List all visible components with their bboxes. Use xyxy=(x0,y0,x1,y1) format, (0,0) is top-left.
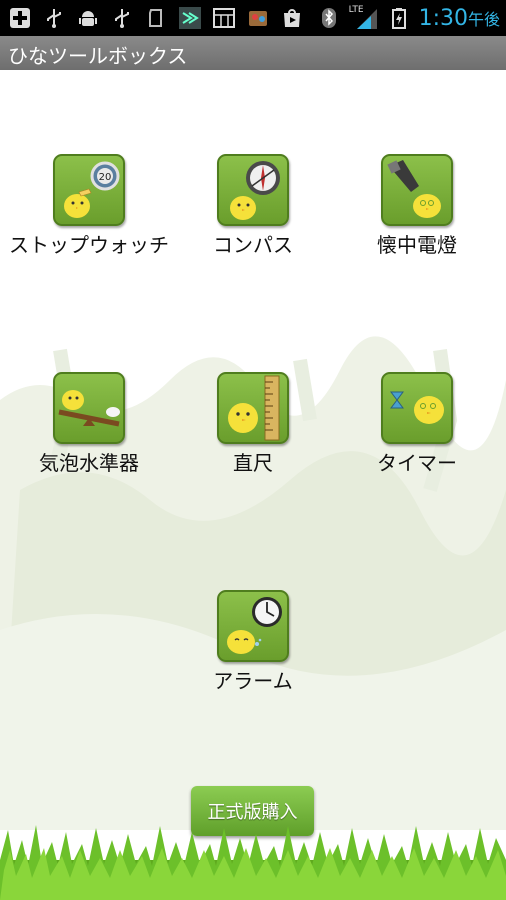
tool-timer[interactable]: タイマー xyxy=(335,372,499,476)
compass-icon xyxy=(217,154,289,226)
flashlight-icon xyxy=(381,154,453,226)
app-title-bar: ひなツールボックス xyxy=(0,36,506,71)
tool-ruler[interactable]: 直尺 xyxy=(171,372,335,476)
notification-icons xyxy=(8,4,304,32)
status-bar: LTE 1:30午後 xyxy=(0,0,506,36)
tool-bubble-level[interactable]: 気泡水準器 xyxy=(7,372,171,476)
bubble-level-icon xyxy=(53,372,125,444)
app-title: ひなツールボックス xyxy=(8,44,188,68)
plus-icon xyxy=(8,6,32,30)
tool-label: ストップウォッチ xyxy=(9,233,169,257)
play-store-icon xyxy=(280,6,304,30)
tool-label: アラーム xyxy=(213,669,293,693)
timer-icon xyxy=(381,372,453,444)
alarm-clock-icon xyxy=(217,590,289,662)
tool-flashlight[interactable]: 懐中電燈 xyxy=(335,154,499,258)
tool-compass[interactable]: コンパス xyxy=(171,154,335,258)
tool-label: コンパス xyxy=(213,233,293,257)
battery-icon xyxy=(387,6,411,30)
android-icon xyxy=(76,6,100,30)
clock-ampm: 午後 xyxy=(467,9,500,29)
arrow-app-icon xyxy=(178,6,202,30)
tool-alarm[interactable]: アラーム xyxy=(171,590,335,694)
clock: 1:30午後 xyxy=(419,6,500,31)
stopwatch-icon: 20 xyxy=(53,154,125,226)
clock-time: 1:30 xyxy=(418,5,468,31)
tool-stopwatch[interactable]: 20 ストップウォッチ xyxy=(7,154,171,258)
grid-app-icon xyxy=(212,6,236,30)
ruler-icon xyxy=(217,372,289,444)
grass-decoration xyxy=(0,825,506,900)
stopwatch-badge: 20 xyxy=(99,172,112,183)
signal-icon: LTE xyxy=(349,5,379,31)
tool-label: 懐中電燈 xyxy=(377,233,457,257)
status-right: LTE 1:30午後 xyxy=(317,2,500,34)
usb-icon xyxy=(42,6,66,30)
usb-icon xyxy=(110,6,134,30)
game-app-icon xyxy=(246,6,270,30)
sd-icon xyxy=(144,6,168,30)
tool-label: 直尺 xyxy=(233,451,273,475)
tool-label: タイマー xyxy=(377,451,457,475)
tool-label: 気泡水準器 xyxy=(39,451,139,475)
bluetooth-icon xyxy=(317,6,341,30)
